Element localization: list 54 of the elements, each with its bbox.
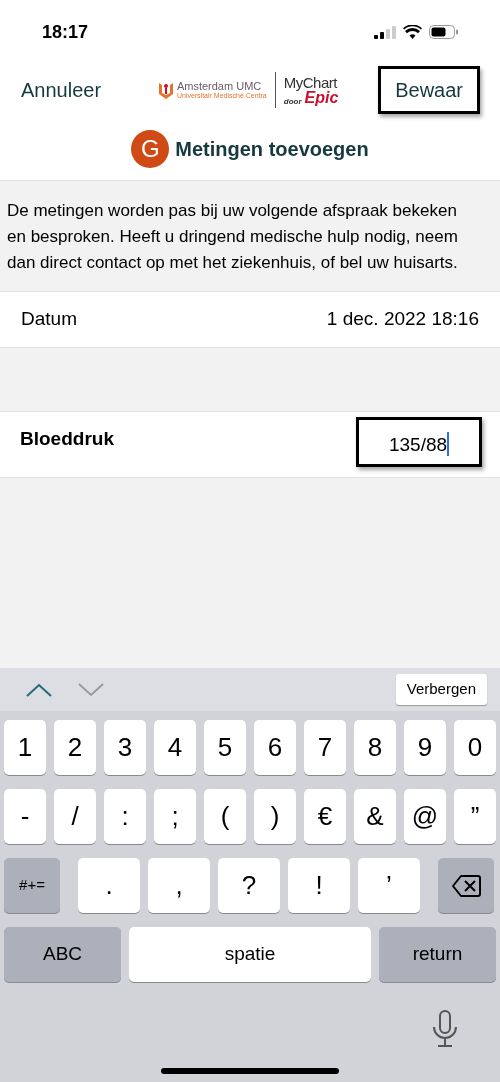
logo-text: MyChart: [283, 74, 337, 90]
delete-key[interactable]: [438, 858, 494, 913]
wifi-icon: [403, 25, 422, 39]
keyboard-key[interactable]: 2: [54, 720, 96, 775]
status-time: 18:17: [42, 20, 89, 44]
save-button[interactable]: Bewaar: [378, 66, 480, 114]
keyboard-key[interactable]: (: [204, 789, 246, 844]
keyboard-key[interactable]: ABC: [4, 927, 121, 982]
keyboard-key[interactable]: 3: [104, 720, 146, 775]
keyboard-key[interactable]: ;: [154, 789, 196, 844]
logo-text: door: [283, 97, 302, 106]
space-key[interactable]: spatie: [129, 927, 371, 982]
keyboard-key[interactable]: &: [354, 789, 396, 844]
keyboard-key[interactable]: ?: [218, 858, 280, 913]
keyboard-key[interactable]: .: [78, 858, 140, 913]
date-value[interactable]: 1 dec. 2022 18:16: [326, 305, 479, 334]
keyboard-key[interactable]: -: [4, 789, 46, 844]
keyboard-key[interactable]: !: [288, 858, 350, 913]
keyboard-key[interactable]: 9: [404, 720, 446, 775]
previous-field-button[interactable]: [25, 681, 53, 698]
field-label: Bloeddruk: [20, 427, 114, 451]
keyboard-key[interactable]: ”: [454, 789, 496, 844]
page-title: Metingen toevoegen: [175, 137, 369, 162]
keyboard-key[interactable]: return: [379, 927, 496, 982]
hide-keyboard-button[interactable]: Verbergen: [395, 674, 487, 705]
keyboard-key[interactable]: 8: [354, 720, 396, 775]
microphone-icon: [432, 1010, 458, 1048]
keyboard-key[interactable]: 1: [4, 720, 46, 775]
signal-icon: [374, 25, 396, 39]
keyboard-key[interactable]: ’: [358, 858, 420, 913]
keyboard-key[interactable]: 5: [204, 720, 246, 775]
chevron-up-icon: [25, 681, 53, 698]
keyboard-key[interactable]: 6: [254, 720, 296, 775]
keyboard-key[interactable]: 4: [154, 720, 196, 775]
logo-text: Amsterdam UMC: [176, 81, 263, 92]
battery-icon: [429, 25, 458, 39]
value-field[interactable]: 135/88: [356, 417, 482, 467]
symbols-key[interactable]: #+=: [4, 858, 60, 913]
keyboard-key[interactable]: 7: [304, 720, 346, 775]
logo-text: Epic: [304, 89, 339, 106]
notice-text: De metingen worden pas bij uw volgende afspraak bekeken en besproken. Heeft u dringend medische hulp nodig, neem dan direct contact op met het ziekenhuis, of bel uw huisarts.: [7, 200, 459, 274]
chevron-down-icon: [77, 681, 105, 698]
keyboard-key[interactable]: @: [404, 789, 446, 844]
date-label: Datum: [21, 307, 77, 332]
cancel-button[interactable]: Annuleer: [21, 75, 102, 105]
keyboard-key[interactable]: :: [104, 789, 146, 844]
keyboard-key[interactable]: ,: [148, 858, 210, 913]
avatar: G: [131, 130, 170, 168]
keyboard-key[interactable]: /: [54, 789, 96, 844]
tulip-icon: [158, 81, 173, 99]
backspace-icon: [451, 873, 481, 898]
keyboard-key[interactable]: €: [304, 789, 346, 844]
keyboard-key[interactable]: 0: [454, 720, 496, 775]
keyboard-key[interactable]: ): [254, 789, 296, 844]
